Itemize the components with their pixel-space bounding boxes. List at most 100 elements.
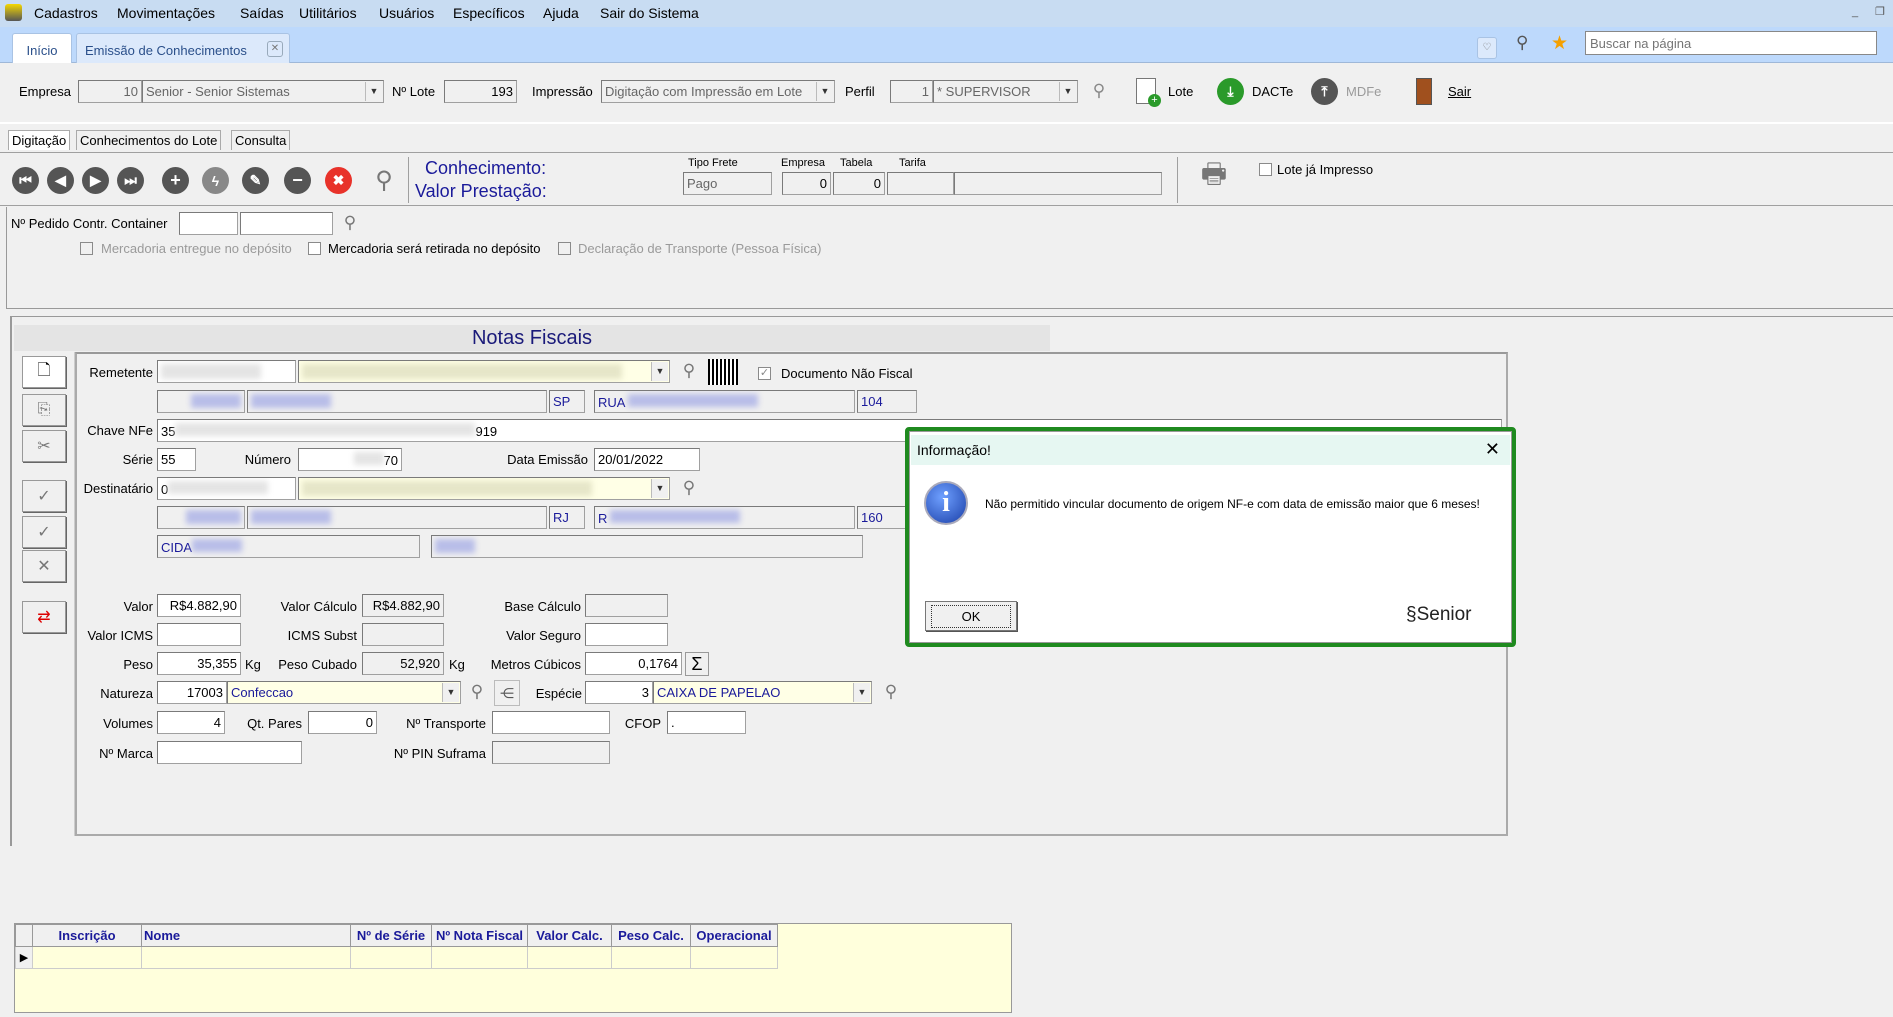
- table-row[interactable]: ▶: [15, 946, 778, 969]
- menu-movimentacoes[interactable]: Movimentações: [117, 5, 215, 21]
- search-icon[interactable]: ⚲: [339, 212, 361, 234]
- close-tab-icon[interactable]: ✕: [267, 41, 283, 57]
- upload-icon[interactable]: ⤒: [1311, 78, 1338, 105]
- tabela-field[interactable]: 0: [833, 172, 885, 195]
- tree-icon[interactable]: ⋲: [494, 680, 520, 706]
- cut-document-icon[interactable]: ✂: [22, 430, 66, 462]
- remetente-code-field[interactable]: [157, 360, 296, 383]
- download-icon[interactable]: ⤓: [1217, 78, 1244, 105]
- cancel-icon[interactable]: ✖: [325, 167, 352, 194]
- col-valor-calc[interactable]: Valor Calc.: [527, 924, 612, 947]
- tarifa-code-field[interactable]: [887, 172, 954, 195]
- destinatario-code-field[interactable]: 0: [157, 477, 296, 500]
- numero-field[interactable]: 70: [298, 448, 402, 471]
- barcode-icon[interactable]: [708, 359, 738, 385]
- menu-especificos[interactable]: Específicos: [453, 5, 525, 21]
- peso-field[interactable]: 35,355: [157, 652, 241, 675]
- qt-pares-field[interactable]: 0: [308, 711, 377, 734]
- search-icon[interactable]: ⚲: [880, 681, 902, 703]
- search-icon[interactable]: ⚲: [678, 477, 700, 499]
- next-record-icon[interactable]: ▶: [82, 167, 109, 194]
- data-emissao-field[interactable]: 20/01/2022: [594, 448, 700, 471]
- sum-icon[interactable]: Σ: [685, 652, 709, 676]
- chevron-down-icon[interactable]: ▼: [853, 683, 870, 702]
- especie-code-field[interactable]: 3: [585, 681, 653, 704]
- sair-button[interactable]: Sair: [1448, 84, 1471, 99]
- exit-door-icon[interactable]: [1416, 78, 1432, 105]
- subtab-conhecimentos-lote[interactable]: Conhecimentos do Lote: [76, 130, 222, 150]
- lightning-icon[interactable]: ϟ: [202, 167, 229, 194]
- copy-document-icon[interactable]: ⎘: [22, 394, 66, 426]
- chevron-down-icon[interactable]: ▼: [651, 479, 668, 498]
- pin-icon[interactable]: ⚲: [1516, 33, 1528, 53]
- declaracao-transporte-checkbox[interactable]: [558, 242, 571, 255]
- retirada-deposito-checkbox[interactable]: [308, 242, 321, 255]
- search-icon[interactable]: ⚲: [1088, 80, 1110, 102]
- menu-cadastros[interactable]: Cadastros: [34, 5, 98, 21]
- confirm-icon[interactable]: ✓: [22, 480, 66, 512]
- serie-field[interactable]: 55: [157, 448, 196, 471]
- perfil-code-field[interactable]: 1: [890, 80, 933, 103]
- subtab-digitacao[interactable]: Digitação: [8, 130, 71, 150]
- lote-button[interactable]: Lote: [1168, 84, 1193, 99]
- restore-icon[interactable]: ❐: [1875, 5, 1885, 18]
- lote-impresso-checkbox[interactable]: [1259, 163, 1272, 176]
- chevron-down-icon[interactable]: ▼: [1059, 82, 1076, 101]
- printer-icon[interactable]: 🖶: [1196, 158, 1232, 194]
- remetente-select[interactable]: ▼: [298, 360, 670, 383]
- tab-emissao-conhecimentos[interactable]: Emissão de Conhecimentos ✕: [76, 33, 290, 63]
- cfop-field[interactable]: .: [667, 711, 746, 734]
- natureza-select[interactable]: Confeccao ▼: [227, 681, 461, 704]
- chevron-down-icon[interactable]: ▼: [651, 362, 668, 381]
- especie-select[interactable]: CAIXA DE PAPELAO ▼: [653, 681, 872, 704]
- col-nome[interactable]: Nome: [141, 924, 351, 947]
- chevron-down-icon[interactable]: ▼: [442, 683, 459, 702]
- nf-grid[interactable]: Inscrição Nome Nº de Série Nº Nota Fisca…: [14, 923, 1012, 1013]
- pedido-field-2[interactable]: [240, 212, 333, 235]
- volumes-field[interactable]: 4: [157, 711, 225, 734]
- search-input[interactable]: [1585, 31, 1877, 55]
- edit-icon[interactable]: ✎: [242, 167, 269, 194]
- col-peso-calc[interactable]: Peso Calc.: [611, 924, 691, 947]
- documento-nao-fiscal-checkbox[interactable]: ✓: [758, 367, 771, 380]
- col-serie[interactable]: Nº de Série: [350, 924, 432, 947]
- lote-doc-icon[interactable]: +: [1136, 78, 1161, 107]
- col-inscricao[interactable]: Inscrição: [32, 924, 142, 947]
- search-icon[interactable]: ⚲: [466, 681, 488, 703]
- minimize-icon[interactable]: _: [1852, 6, 1858, 18]
- nr-transporte-field[interactable]: [492, 711, 610, 734]
- first-record-icon[interactable]: ⏮: [12, 167, 39, 194]
- natureza-code-field[interactable]: 17003: [157, 681, 227, 704]
- search-icon[interactable]: ⚲: [370, 166, 398, 194]
- valor-field[interactable]: R$4.882,90: [157, 594, 241, 617]
- transfer-icon[interactable]: ⇄: [22, 601, 66, 633]
- previous-record-icon[interactable]: ◀: [47, 167, 74, 194]
- dacte-button[interactable]: DACTe: [1252, 84, 1293, 99]
- entregue-deposito-checkbox[interactable]: [80, 242, 93, 255]
- menu-usuarios[interactable]: Usuários: [379, 5, 434, 21]
- discard-icon[interactable]: ✕: [22, 550, 66, 582]
- remove-icon[interactable]: −: [284, 167, 311, 194]
- search-icon[interactable]: ⚲: [678, 360, 700, 382]
- new-document-icon[interactable]: 🗋: [22, 356, 66, 388]
- lote-field[interactable]: 193: [444, 80, 517, 103]
- subtab-consulta[interactable]: Consulta: [231, 130, 291, 150]
- menu-utilitarios[interactable]: Utilitários: [299, 5, 357, 21]
- confirm-all-icon[interactable]: ✓: [22, 516, 66, 548]
- star-icon[interactable]: ★: [1551, 32, 1568, 55]
- chevron-down-icon[interactable]: ▼: [365, 82, 382, 101]
- impressao-select[interactable]: Digitação com Impressão em Lote ▼: [601, 80, 835, 103]
- tipo-frete-field[interactable]: Pago: [683, 172, 772, 195]
- col-operacional[interactable]: Operacional: [690, 924, 778, 947]
- empresa-select[interactable]: Senior - Senior Sistemas ▼: [142, 80, 384, 103]
- close-icon[interactable]: ✕: [1485, 439, 1500, 460]
- metros-cubicos-field[interactable]: 0,1764: [585, 652, 682, 675]
- nr-marca-field[interactable]: [157, 741, 302, 764]
- valor-seguro-field[interactable]: [585, 623, 668, 646]
- favorites-dropdown-icon[interactable]: ♡: [1477, 37, 1497, 59]
- valor-icms-field[interactable]: [157, 623, 241, 646]
- empresa-small-field[interactable]: 0: [782, 172, 831, 195]
- menu-sair-do-sistema[interactable]: Sair do Sistema: [600, 5, 699, 21]
- ok-button[interactable]: OK: [925, 601, 1017, 631]
- col-nota-fiscal[interactable]: Nº Nota Fiscal: [431, 924, 528, 947]
